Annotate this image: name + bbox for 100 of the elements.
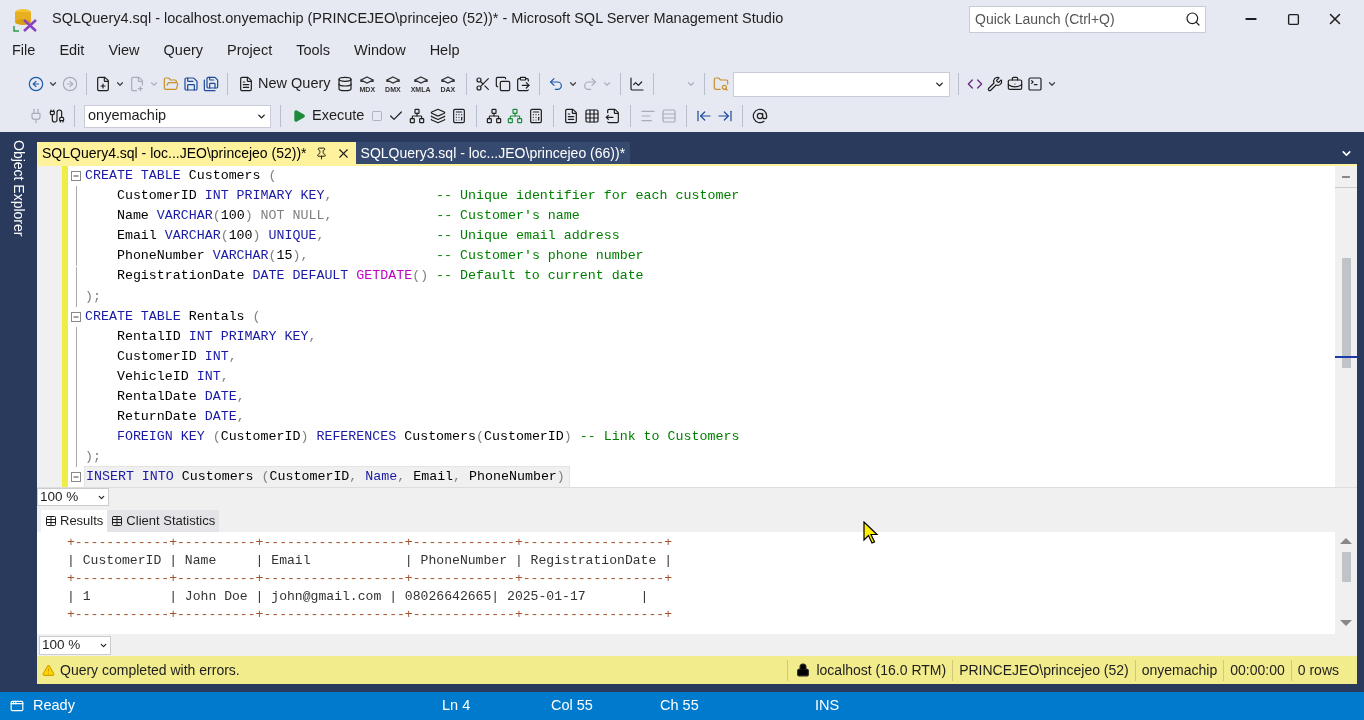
code-line: FOREIGN KEY (CustomerID) REFERENCES Customers(CustomerID) -- Link to Customers <box>115 428 741 447</box>
collapse-icon[interactable] <box>71 472 81 483</box>
results-row: | 1 | John Doe | john@gmail.com | 08026642665| 2025-01-17 | <box>67 587 649 606</box>
quick-launch-field[interactable]: Quick Launch (Ctrl+Q) <box>969 5 1206 33</box>
results-tab[interactable]: Results <box>41 509 108 532</box>
chart-icon[interactable] <box>629 76 646 92</box>
caret-icon[interactable] <box>568 79 579 89</box>
maximize-icon[interactable] <box>1286 12 1300 26</box>
code-window-icon[interactable] <box>967 76 984 92</box>
collapse-icon[interactable] <box>71 171 81 182</box>
code-line: CustomerID INT, <box>115 347 238 366</box>
plan-icon[interactable] <box>486 108 503 124</box>
plan-icon[interactable] <box>409 108 426 124</box>
scroll-up-icon[interactable] <box>1340 537 1352 544</box>
code-line: CREATE TABLE Rentals ( <box>84 307 262 326</box>
layers-icon[interactable] <box>430 108 447 124</box>
zoom-combobox[interactable]: 100 % <box>39 635 111 655</box>
server-label: localhost (16.0 RTM) <box>816 660 947 680</box>
undo-icon[interactable] <box>548 76 565 92</box>
window-icon <box>10 699 24 713</box>
lock-icon <box>796 663 811 678</box>
new-file-icon[interactable] <box>95 76 111 92</box>
menu-item[interactable]: Edit <box>47 38 97 64</box>
warning-icon <box>42 663 55 677</box>
menu-item[interactable]: Project <box>215 38 285 64</box>
results-border-line: +------------+----------+------------------+-------------+------------------+ <box>67 569 673 588</box>
indent-icon[interactable] <box>717 108 734 124</box>
menu-item[interactable]: Help <box>417 38 472 64</box>
wrench-icon[interactable] <box>987 76 1004 92</box>
code-line: CREATE TABLE Customers ( <box>84 167 278 185</box>
document-tab[interactable]: SQLQuery4.sql - loc...JEO\princejeo (52))* <box>37 142 356 164</box>
back-icon[interactable] <box>28 76 44 92</box>
code-line: CustomerID INT PRIMARY KEY, -- Unique identifier for each customer <box>115 187 741 206</box>
elapsed-time: 00:00:00 <box>1223 659 1291 681</box>
line-number: Ln 4 <box>442 696 472 716</box>
scroll-thumb[interactable] <box>1341 258 1351 368</box>
table-icon[interactable] <box>111 514 124 527</box>
code-line: Name VARCHAR(100) NOT NULL, -- Customer's name <box>115 207 581 226</box>
database-combobox[interactable]: onyemachip <box>84 104 271 128</box>
outdent-icon[interactable] <box>696 108 713 124</box>
search-icon[interactable] <box>1185 10 1201 27</box>
vertical-scrollbar[interactable] <box>1335 166 1357 487</box>
zoom-combobox[interactable]: 100 % <box>37 488 109 507</box>
row-count: 0 rows <box>1290 659 1345 681</box>
calculator-icon[interactable] <box>451 108 468 124</box>
results-tab[interactable]: Client Statistics <box>107 509 220 532</box>
file-results-icon[interactable] <box>605 108 622 124</box>
connect-icon[interactable] <box>49 108 65 124</box>
terminal-icon[interactable] <box>1027 76 1044 92</box>
results-border-line: +------------+----------+------------------+-------------+------------------+ <box>67 605 673 624</box>
play-icon[interactable] <box>292 109 306 123</box>
parameters-icon[interactable] <box>752 108 769 124</box>
mouse-pointer-icon <box>863 521 879 545</box>
scroll-thumb[interactable] <box>1341 551 1351 582</box>
caret-icon[interactable] <box>1047 79 1058 89</box>
menu-item[interactable]: Window <box>342 38 418 64</box>
insert-mode: INS <box>815 696 840 716</box>
code-line: Email VARCHAR(100) UNIQUE, -- Unique email address <box>115 227 621 246</box>
document-icon[interactable] <box>238 76 254 92</box>
caret-icon[interactable] <box>115 79 125 89</box>
results-border-line: +------------+----------+------------------+-------------+------------------+ <box>67 533 673 552</box>
code-line: ReturnDate DATE, <box>115 408 246 427</box>
menu-item[interactable]: Tools <box>284 38 343 64</box>
char-number: Ch 55 <box>660 696 700 716</box>
scroll-down-icon[interactable] <box>1340 620 1352 627</box>
cube-icon[interactable] <box>385 75 400 86</box>
cube-icon[interactable] <box>440 75 455 86</box>
save-all-icon[interactable] <box>203 76 219 92</box>
save-icon[interactable] <box>183 76 199 92</box>
cut-icon[interactable] <box>475 76 492 92</box>
caret-icon[interactable] <box>48 79 58 89</box>
document-tab[interactable]: SQLQuery3.sql - loc...JEO\princejeo (66))* <box>355 142 631 164</box>
cube-icon[interactable] <box>413 75 428 86</box>
menu-item[interactable]: Query <box>151 38 216 64</box>
login-label: PRINCEJEO\princejeo (52) <box>952 659 1135 681</box>
grid-results-icon[interactable] <box>584 108 601 124</box>
cube-icon[interactable] <box>360 75 375 86</box>
menu-item[interactable]: File <box>0 38 48 64</box>
pin-icon[interactable] <box>314 146 328 160</box>
status-text: Ready <box>33 696 76 716</box>
menu-item[interactable]: View <box>96 38 152 64</box>
new-query-button[interactable]: New Query <box>236 73 333 95</box>
paste-icon[interactable] <box>515 76 532 92</box>
database-query-icon[interactable] <box>336 76 353 92</box>
code-line: RentalDate DATE, <box>115 388 246 407</box>
calculator-icon[interactable] <box>528 108 545 124</box>
results-row: | CustomerID | Name | Email | PhoneNumber | RegistrationDate | <box>67 551 673 570</box>
table-icon[interactable] <box>45 514 57 527</box>
collapse-icon[interactable] <box>71 311 81 322</box>
status-message: Query completed with errors. <box>60 660 240 680</box>
toolbox-icon[interactable] <box>1007 76 1024 92</box>
code-line: ); <box>84 448 102 467</box>
column-number: Col 55 <box>551 696 594 716</box>
copy-icon[interactable] <box>495 76 512 92</box>
code-line: RegistrationDate DATE DEFAULT GETDATE() -- Default to current date <box>115 267 645 286</box>
side-panel-tab[interactable]: Object Explorer <box>8 140 29 237</box>
text-results-icon[interactable] <box>563 108 580 124</box>
execute-button[interactable]: Execute <box>290 105 367 127</box>
code-line: VehicleID INT, <box>115 367 230 386</box>
code-line: RentalID INT PRIMARY KEY, <box>115 327 318 346</box>
